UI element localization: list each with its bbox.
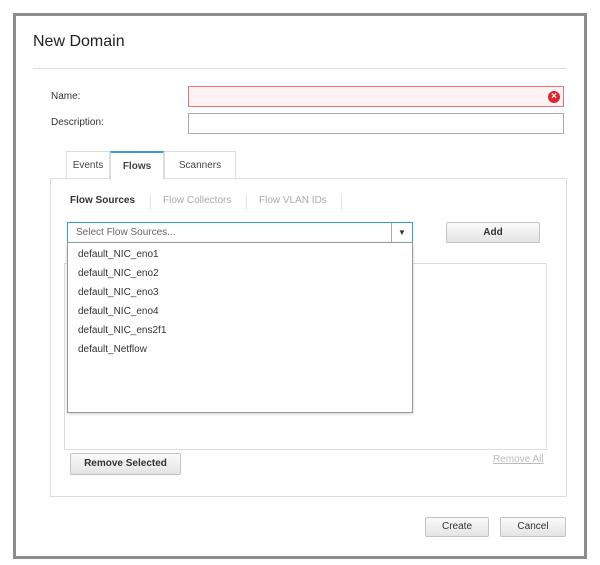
name-input[interactable]: × xyxy=(188,86,564,107)
remove-all-link[interactable]: Remove All xyxy=(493,454,544,465)
name-label: Name: xyxy=(51,91,81,102)
dropdown-option[interactable]: default_NIC_eno2 xyxy=(68,264,412,283)
create-button[interactable]: Create xyxy=(425,517,489,537)
select-placeholder: Select Flow Sources... xyxy=(76,227,176,238)
dropdown-option[interactable]: default_NIC_eno1 xyxy=(68,245,412,264)
subtab-flow-collectors[interactable]: Flow Collectors xyxy=(163,195,231,206)
flow-sources-select[interactable]: Select Flow Sources... ▼ xyxy=(67,222,413,243)
subtab-separator xyxy=(246,194,247,210)
subtab-separator xyxy=(150,194,151,210)
flow-sources-dropdown: default_NIC_eno1 default_NIC_eno2 defaul… xyxy=(67,242,413,413)
cancel-button[interactable]: Cancel xyxy=(500,517,566,537)
tab-events[interactable]: Events xyxy=(66,151,110,179)
add-button[interactable]: Add xyxy=(446,222,540,243)
subtab-flow-vlan-ids[interactable]: Flow VLAN IDs xyxy=(259,195,327,206)
dropdown-option[interactable]: default_Netflow xyxy=(68,340,412,359)
description-input[interactable] xyxy=(188,113,564,134)
tab-flows[interactable]: Flows xyxy=(110,151,164,180)
chevron-down-icon[interactable]: ▼ xyxy=(391,223,412,242)
subtab-separator xyxy=(341,194,342,210)
dropdown-option[interactable]: default_NIC_ens2f1 xyxy=(68,321,412,340)
dialog-title: New Domain xyxy=(33,33,125,50)
tab-scanners[interactable]: Scanners xyxy=(164,151,236,179)
dropdown-option[interactable]: default_NIC_eno3 xyxy=(68,283,412,302)
description-label: Description: xyxy=(51,117,104,128)
dropdown-option[interactable]: default_NIC_eno4 xyxy=(68,302,412,321)
remove-selected-button[interactable]: Remove Selected xyxy=(70,453,181,475)
subtab-flow-sources[interactable]: Flow Sources xyxy=(70,195,135,206)
error-icon: × xyxy=(548,91,560,103)
title-divider xyxy=(33,68,566,69)
